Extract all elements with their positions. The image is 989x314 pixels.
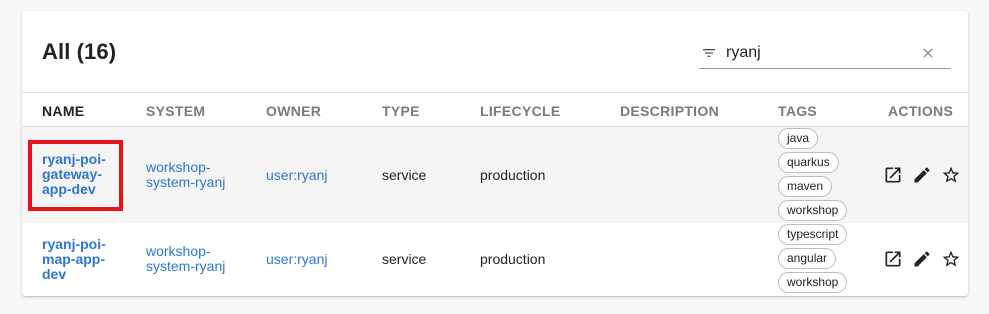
type-value: service [382,251,427,267]
owner-link[interactable]: user:ryanj [266,168,327,183]
search-field[interactable] [699,40,951,69]
tag-chip: maven [778,176,833,197]
catalog-table-card: All (16) NAME SYSTEM OWNER TYPE LIFECYCL… [22,11,968,296]
type-value: service [382,167,427,183]
tag-chip: quarkus [778,152,839,173]
star-outline-icon[interactable] [941,249,961,269]
filter-icon [703,49,715,57]
tag-list: typescript angular workshop [778,224,848,293]
tag-chip: angular [778,248,837,269]
close-icon[interactable] [920,45,936,61]
tag-list: java quarkus maven workshop [778,128,848,221]
lifecycle-value: production [480,167,546,183]
column-header-type[interactable]: TYPE [382,103,420,119]
column-header-owner[interactable]: OWNER [266,103,321,119]
owner-link[interactable]: user:ryanj [266,252,327,267]
column-header-tags: TAGS [778,103,818,119]
tag-chip: typescript [778,224,848,245]
column-header-description[interactable]: DESCRIPTION [620,103,719,119]
row-actions [883,249,961,269]
column-header-lifecycle[interactable]: LIFECYCLE [480,103,560,119]
row-actions [883,165,961,185]
system-link[interactable]: workshop-system-ryanj [146,160,240,190]
column-header-name[interactable]: NAME [42,103,84,119]
edit-pencil-icon[interactable] [912,165,932,185]
edit-pencil-icon[interactable] [912,249,932,269]
table-title: All (16) [42,39,117,64]
open-in-new-icon[interactable] [883,249,903,269]
table-row: ryanj-poi-map-app-dev workshop-system-ry… [22,223,968,296]
tag-chip: workshop [778,272,848,293]
search-input[interactable] [726,42,916,64]
column-header-actions: ACTIONS [888,103,954,119]
system-link[interactable]: workshop-system-ryanj [146,244,240,274]
star-outline-icon[interactable] [941,165,961,185]
table-row: ryanj-poi-gateway-app-dev workshop-syste… [22,127,968,223]
tag-chip: workshop [778,200,848,221]
lifecycle-value: production [480,251,546,267]
tag-chip: java [778,128,819,149]
open-in-new-icon[interactable] [883,165,903,185]
table-header: NAME SYSTEM OWNER TYPE LIFECYCLE DESCRIP… [22,92,968,127]
column-header-system[interactable]: SYSTEM [146,103,205,119]
component-name-link[interactable]: ryanj-poi-map-app-dev [42,237,116,282]
highlight-box [28,140,123,211]
